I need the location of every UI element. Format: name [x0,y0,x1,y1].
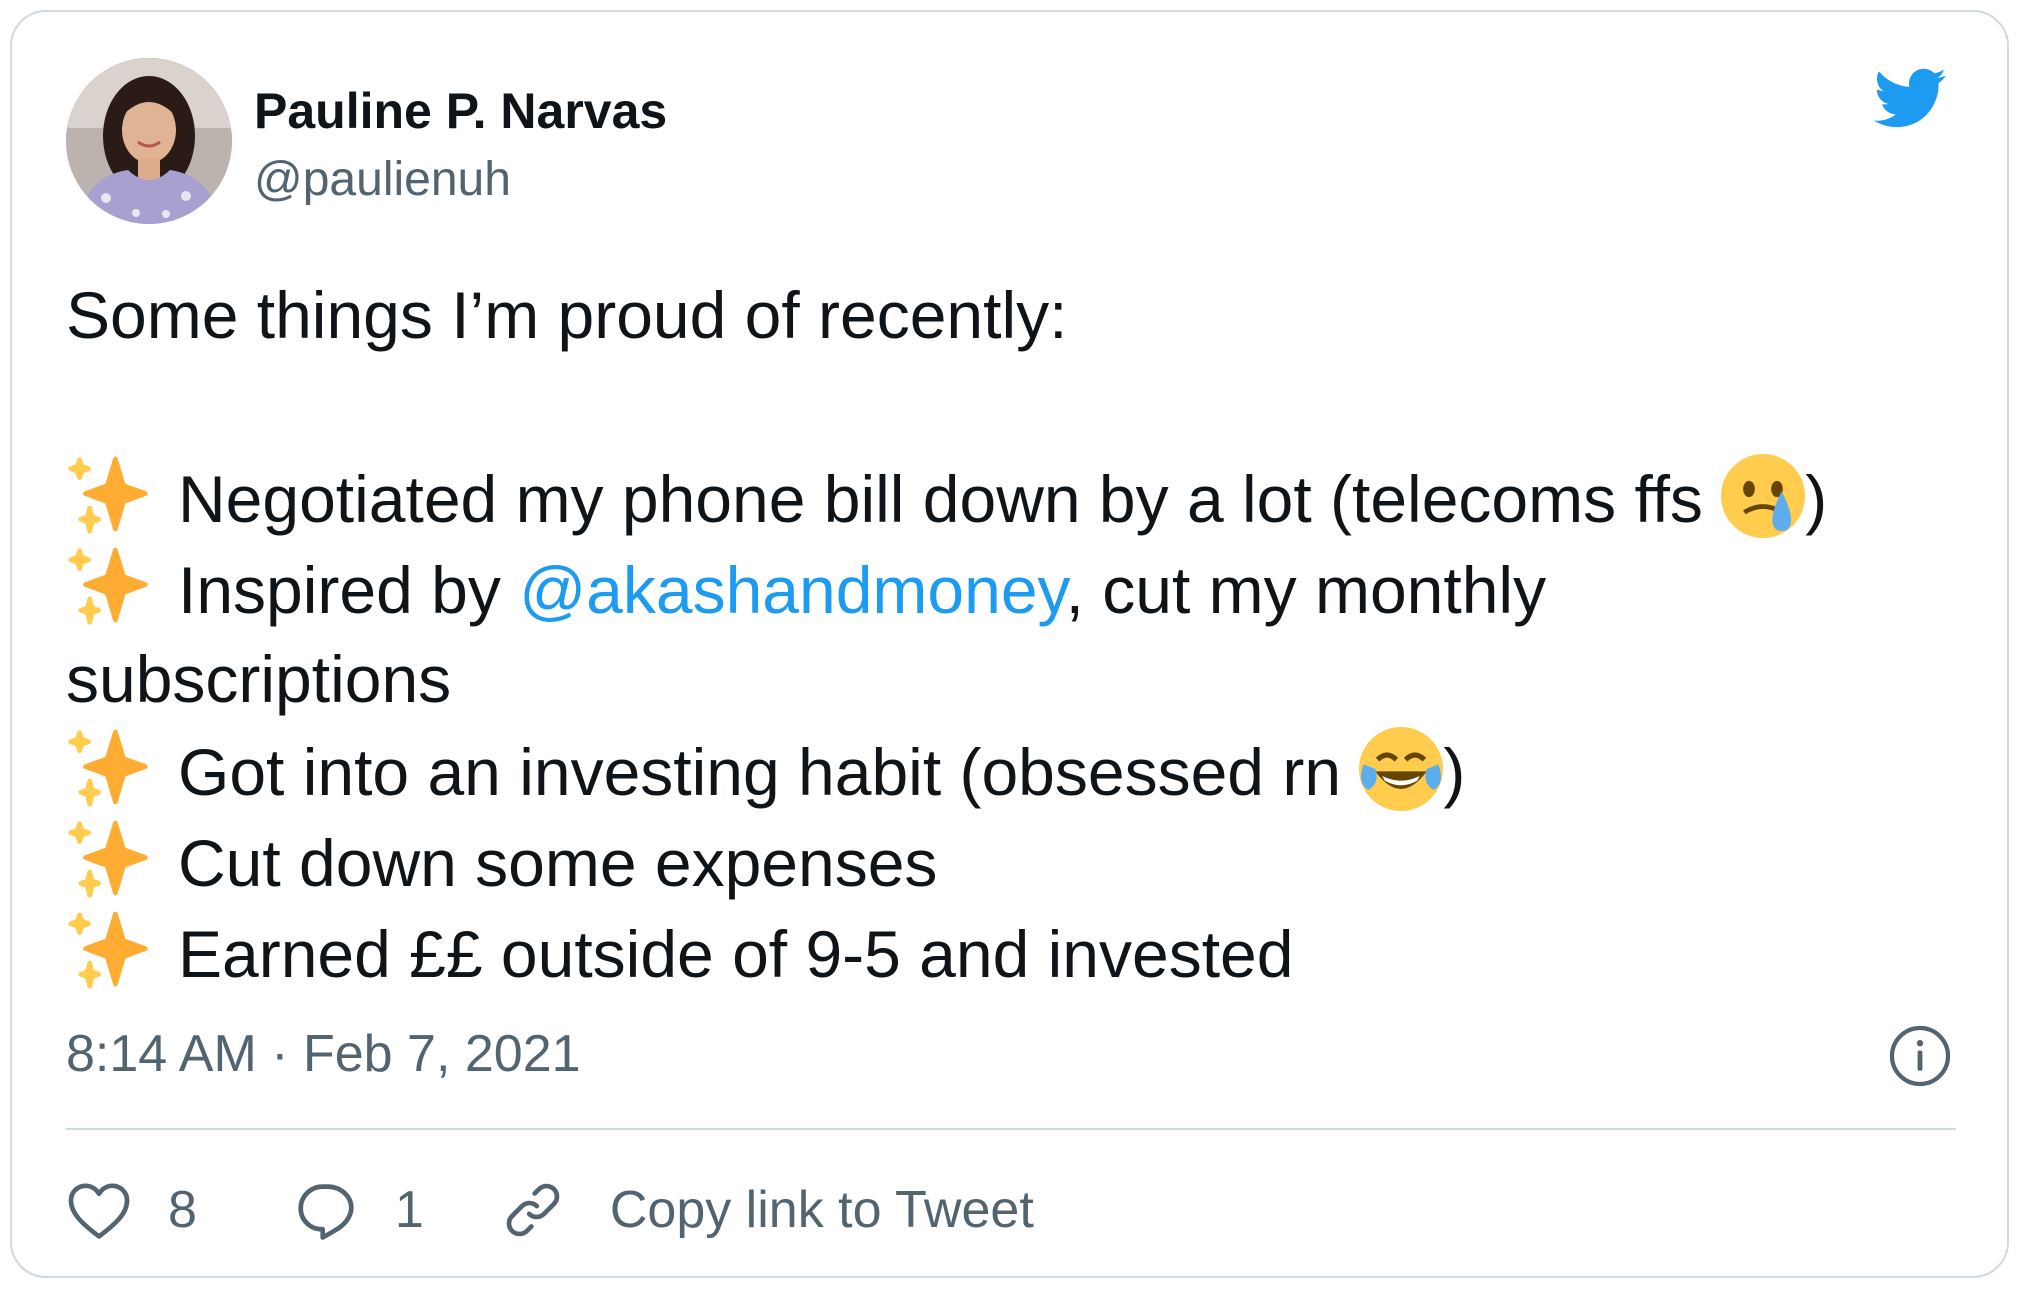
list-item-text: Cut down some expenses [178,826,938,900]
mention-link[interactable]: @akashandmoney [519,553,1065,627]
link-icon [506,1183,560,1237]
list-item: Earned ££ outside of 9-5 and invested [66,907,1966,998]
list-item-text: Negotiated my phone bill down by a lot (… [178,462,1722,536]
list-item: Cut down some expenses [66,816,1966,907]
tweet-timestamp[interactable]: 8:14 AM · Feb 7, 2021 [66,1024,581,1084]
sparkles-icon [66,543,150,627]
author-handle[interactable]: @paulienuh [254,152,511,207]
divider [66,1128,1956,1130]
sparkles-icon [66,452,150,536]
sparkles-icon [66,725,150,809]
list-item-text: Got into an investing habit (obsessed rn [178,735,1360,809]
heart-icon [68,1183,130,1239]
copy-link-button[interactable]: Copy link to Tweet [500,1177,1034,1243]
list-item-text: Earned ££ outside of 9-5 and invested [178,917,1294,991]
laughing-tears-emoji-icon [1359,727,1444,811]
info-icon[interactable] [1888,1024,1952,1088]
list-item-wrap: subscriptions [66,642,452,716]
sad-tear-emoji-icon [1721,454,1806,538]
reply-count: 1 [394,1181,424,1239]
author-name[interactable]: Pauline P. Narvas [254,82,667,140]
list-item-text-end: ) [1805,462,1828,536]
sparkles-icon [66,816,150,900]
copy-link-label: Copy link to Tweet [609,1181,1034,1239]
like-button[interactable]: 8 [66,1177,197,1243]
list-item: Negotiated my phone bill down by a lot (… [66,452,1966,543]
reply-bubble-icon [298,1184,354,1240]
list-item-text-end: ) [1443,735,1466,809]
twitter-bird-icon[interactable] [1866,60,1952,136]
tweet-actions: 8 1 Copy link to Tweet [66,1170,1034,1250]
list-item-text-post: , cut my monthly [1065,553,1547,627]
tweet-intro: Some things I’m proud of recently: [66,278,1068,352]
reply-button[interactable]: 1 [293,1177,424,1243]
tweet-text: Some things I’m proud of recently: Negot… [66,270,1966,998]
sparkles-icon [66,907,150,991]
avatar[interactable] [66,58,232,224]
list-item: Got into an investing habit (obsessed rn… [66,725,1966,816]
like-count: 8 [168,1181,197,1239]
list-item: Inspired by @akashandmoney, cut my month… [66,543,1966,634]
list-item-text: Inspired by [178,553,520,627]
